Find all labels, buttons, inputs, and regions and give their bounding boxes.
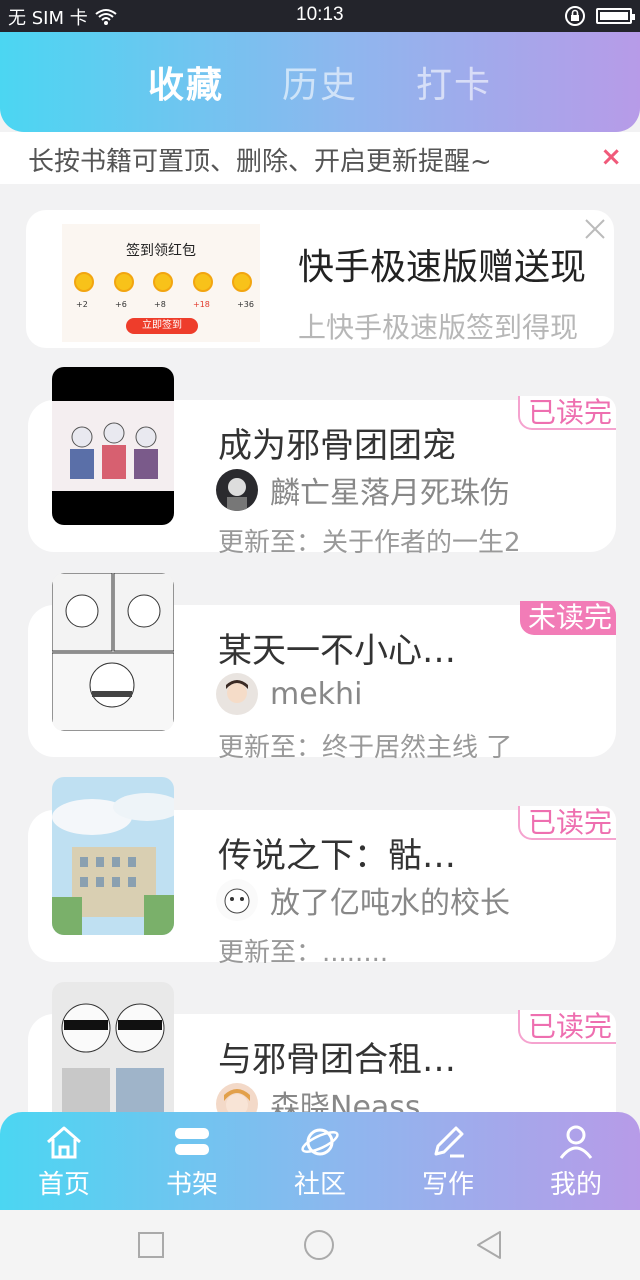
- battery-icon: [596, 8, 635, 24]
- pen-icon: [434, 1126, 464, 1158]
- nav-label: 我的: [549, 1170, 602, 1200]
- read-status-badge: 未读完: [519, 601, 616, 635]
- reward-value: +8: [154, 300, 166, 309]
- reward-row: +2 +6 +8 +18 +36: [76, 300, 254, 309]
- avatar: [216, 469, 258, 511]
- nav-home[interactable]: 首页: [0, 1112, 128, 1210]
- rotation-lock-icon: [565, 6, 585, 26]
- ad-subtitle: 上快手极速版签到得现: [298, 311, 579, 344]
- header: 收藏 历史 打卡: [0, 32, 640, 132]
- nav-label: 社区: [293, 1170, 346, 1200]
- author-name: 麟亡星落月死珠伤: [270, 476, 510, 511]
- reward-value: +6: [115, 300, 127, 309]
- book-title: 传说之下：骷…: [218, 836, 456, 876]
- coin-icon: [153, 272, 173, 292]
- nav-profile[interactable]: 我的: [512, 1112, 640, 1210]
- tab-bar: 收藏 历史 打卡: [0, 56, 640, 108]
- ad-image: 签到领红包 +2 +6 +8 +18 +36 立即签到: [62, 224, 260, 342]
- book-cover[interactable]: [52, 367, 174, 525]
- read-status-badge: 已读完: [517, 396, 616, 430]
- reward-value: +2: [76, 300, 88, 309]
- recents-icon[interactable]: [134, 1228, 168, 1262]
- book-title: 某天一不小心…: [218, 631, 456, 671]
- nav-label: 首页: [37, 1170, 90, 1200]
- nav-label: 书架: [165, 1170, 218, 1200]
- wifi-icon: [95, 9, 117, 25]
- ad-image-title: 签到领红包: [126, 243, 196, 259]
- tab-checkin[interactable]: 打卡: [416, 56, 492, 108]
- status-time: 10:13: [296, 4, 344, 25]
- tab-favorites[interactable]: 收藏: [148, 56, 224, 108]
- carrier-label: 无 SIM 卡: [8, 8, 88, 29]
- book-cover[interactable]: [52, 777, 174, 935]
- system-nav-bar: [0, 1210, 640, 1280]
- home-button-icon[interactable]: [302, 1228, 336, 1262]
- read-status-badge: 已读完: [517, 1010, 616, 1044]
- ad-title: 快手极速版赠送现: [298, 247, 587, 288]
- tab-history[interactable]: 历史: [282, 56, 358, 108]
- coin-icon: [113, 272, 134, 292]
- author-name: mekhi: [270, 676, 363, 712]
- coin-icon: [74, 272, 94, 292]
- bottom-nav: 首页 书架 社区 写作 我的: [0, 1112, 640, 1210]
- ad-image-button: 立即签到: [126, 318, 198, 334]
- ad-card[interactable]: 签到领红包 +2 +6 +8 +18 +36 立即签到 快手极速版赠送现 上快手…: [26, 210, 614, 348]
- book-title: 与邪骨团合租…: [218, 1040, 456, 1080]
- notice-close-icon[interactable]: ×: [600, 142, 622, 172]
- notice-text: 长按书籍可置顶、删除、开启更新提醒~: [28, 147, 492, 177]
- book-author: 麟亡星落月死珠伤: [216, 468, 510, 512]
- author-name: 放了亿吨水的校长: [270, 886, 510, 921]
- coin-icon: [192, 272, 213, 292]
- book-title: 成为邪骨团团宠: [218, 426, 456, 466]
- nav-community[interactable]: 社区: [256, 1112, 384, 1210]
- notice-bar: 长按书籍可置顶、删除、开启更新提醒~ ×: [0, 132, 640, 184]
- book-author: mekhi: [216, 673, 362, 715]
- reward-value: +36: [237, 300, 254, 309]
- bookshelf-icon: [175, 1128, 209, 1155]
- planet-icon: [301, 1128, 339, 1156]
- coin-row: [74, 272, 252, 292]
- read-status-badge: 已读完: [517, 806, 616, 840]
- update-info: 更新至：终于居然主线 了: [218, 733, 513, 763]
- nav-label: 写作: [421, 1170, 474, 1200]
- back-icon[interactable]: [472, 1228, 506, 1262]
- home-icon: [47, 1126, 81, 1159]
- avatar: [216, 879, 258, 921]
- avatar: [216, 673, 258, 715]
- book-cover[interactable]: [52, 573, 174, 731]
- ad-close-icon[interactable]: [580, 214, 610, 244]
- user-icon: [559, 1125, 593, 1159]
- update-info: 更新至：关于作者的一生2: [218, 528, 521, 558]
- status-bar: 无 SIM 卡 10:13: [0, 0, 640, 32]
- reward-value: +18: [193, 300, 210, 309]
- nav-write[interactable]: 写作: [384, 1112, 512, 1210]
- nav-bookshelf[interactable]: 书架: [128, 1112, 256, 1210]
- update-info: 更新至：........: [218, 938, 389, 968]
- coin-icon: [232, 272, 252, 292]
- book-author: 放了亿吨水的校长: [216, 878, 510, 922]
